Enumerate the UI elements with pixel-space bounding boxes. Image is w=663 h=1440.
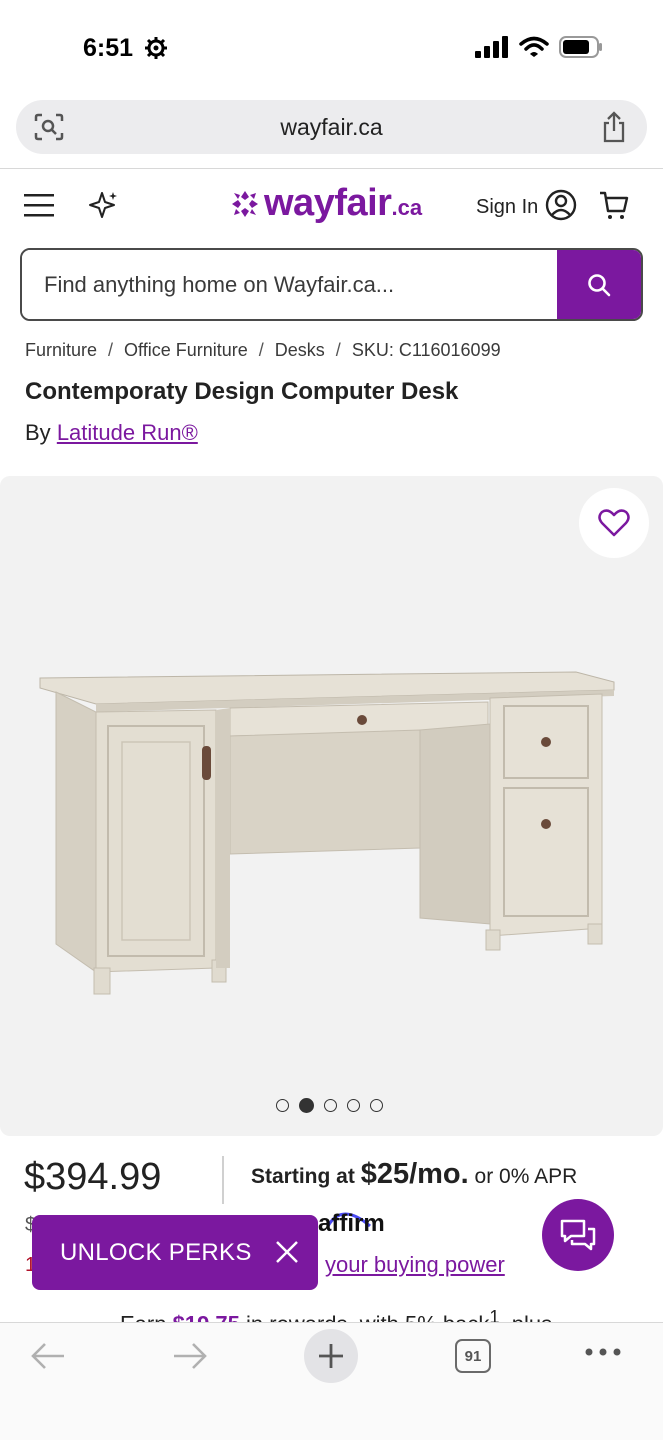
sign-in-link[interactable]: Sign In	[476, 196, 538, 219]
carousel-dot[interactable]	[370, 1099, 383, 1112]
chat-icon	[560, 1219, 596, 1251]
breadcrumb-item-office-furniture[interactable]: Office Furniture	[124, 340, 248, 361]
breadcrumb-separator: /	[335, 340, 341, 360]
user-icon[interactable]	[545, 189, 577, 221]
signal-icon	[475, 36, 508, 58]
by-label: By	[25, 420, 51, 445]
address-bar[interactable]: wayfair.ca	[16, 100, 647, 154]
breadcrumb-sku: SKU: C116016099	[351, 340, 501, 360]
breadcrumb-item-desks[interactable]: Desks	[275, 340, 325, 361]
heart-icon	[598, 509, 630, 537]
logo-mark-icon	[232, 190, 258, 217]
share-icon[interactable]	[601, 111, 627, 143]
breadcrumb-item-furniture[interactable]: Furniture	[25, 340, 97, 361]
search-icon	[588, 273, 611, 296]
monthly-payment: $25/mo.	[360, 1158, 469, 1190]
affirm-logo: affirm	[318, 1210, 385, 1237]
battery-icon	[559, 36, 602, 58]
apr-text: or 0% APR	[474, 1165, 578, 1188]
starting-label: Starting at	[251, 1165, 355, 1188]
wayfair-logo[interactable]: wayfair .ca	[230, 182, 422, 225]
search-button[interactable]	[557, 250, 641, 319]
carousel-dots	[276, 1098, 383, 1113]
product-image-carousel[interactable]	[0, 476, 663, 1136]
breadcrumb-separator: /	[258, 340, 264, 360]
carousel-dot[interactable]	[347, 1099, 360, 1112]
sparkle-icon[interactable]	[88, 190, 118, 220]
brand-line: By Latitude Run®	[25, 420, 198, 446]
chat-button[interactable]	[542, 1199, 614, 1271]
carousel-dot[interactable]	[324, 1099, 337, 1112]
favorite-button[interactable]	[579, 488, 649, 558]
back-icon[interactable]	[30, 1341, 66, 1371]
new-tab-button[interactable]	[304, 1329, 358, 1383]
status-bar: 6:51	[0, 0, 663, 96]
browser-divider	[0, 168, 663, 169]
plus-icon	[319, 1344, 343, 1368]
price-divider	[222, 1156, 224, 1204]
tab-count-button[interactable]: 91	[455, 1339, 491, 1373]
financing-offer: Starting at $25/mo. or 0% APR	[251, 1158, 577, 1191]
carousel-dot-active[interactable]	[299, 1098, 314, 1113]
search-input[interactable]	[22, 250, 560, 319]
logo-word: wayfair	[264, 182, 392, 224]
breadcrumb-separator: /	[108, 340, 114, 360]
close-icon[interactable]	[274, 1239, 300, 1265]
url-text[interactable]: wayfair.ca	[16, 114, 647, 141]
brand-link[interactable]: Latitude Run®	[57, 420, 198, 445]
unlock-perks-banner[interactable]: UNLOCK PERKS	[32, 1215, 318, 1290]
product-price: $394.99	[24, 1156, 162, 1198]
product-image-desk	[39, 671, 615, 995]
product-title: Contemporaty Design Computer Desk	[25, 378, 459, 405]
carousel-dot[interactable]	[276, 1099, 289, 1112]
browser-toolbar: 91	[0, 1322, 663, 1440]
buying-power-link[interactable]: your buying power	[325, 1252, 505, 1278]
unlock-perks-label[interactable]: UNLOCK PERKS	[60, 1239, 252, 1267]
gear-icon	[145, 37, 167, 59]
breadcrumb: Furniture / Office Furniture / Desks / S…	[25, 340, 501, 361]
hamburger-icon[interactable]	[24, 193, 56, 217]
cart-icon[interactable]	[598, 189, 630, 221]
wifi-icon	[519, 36, 549, 57]
status-time: 6:51	[83, 34, 134, 62]
more-icon[interactable]	[585, 1347, 621, 1357]
forward-icon[interactable]	[172, 1341, 208, 1371]
status-indicators	[475, 36, 603, 58]
site-header: wayfair .ca Sign In	[0, 180, 663, 232]
logo-tld: .ca	[391, 195, 423, 220]
search-box	[20, 248, 643, 321]
